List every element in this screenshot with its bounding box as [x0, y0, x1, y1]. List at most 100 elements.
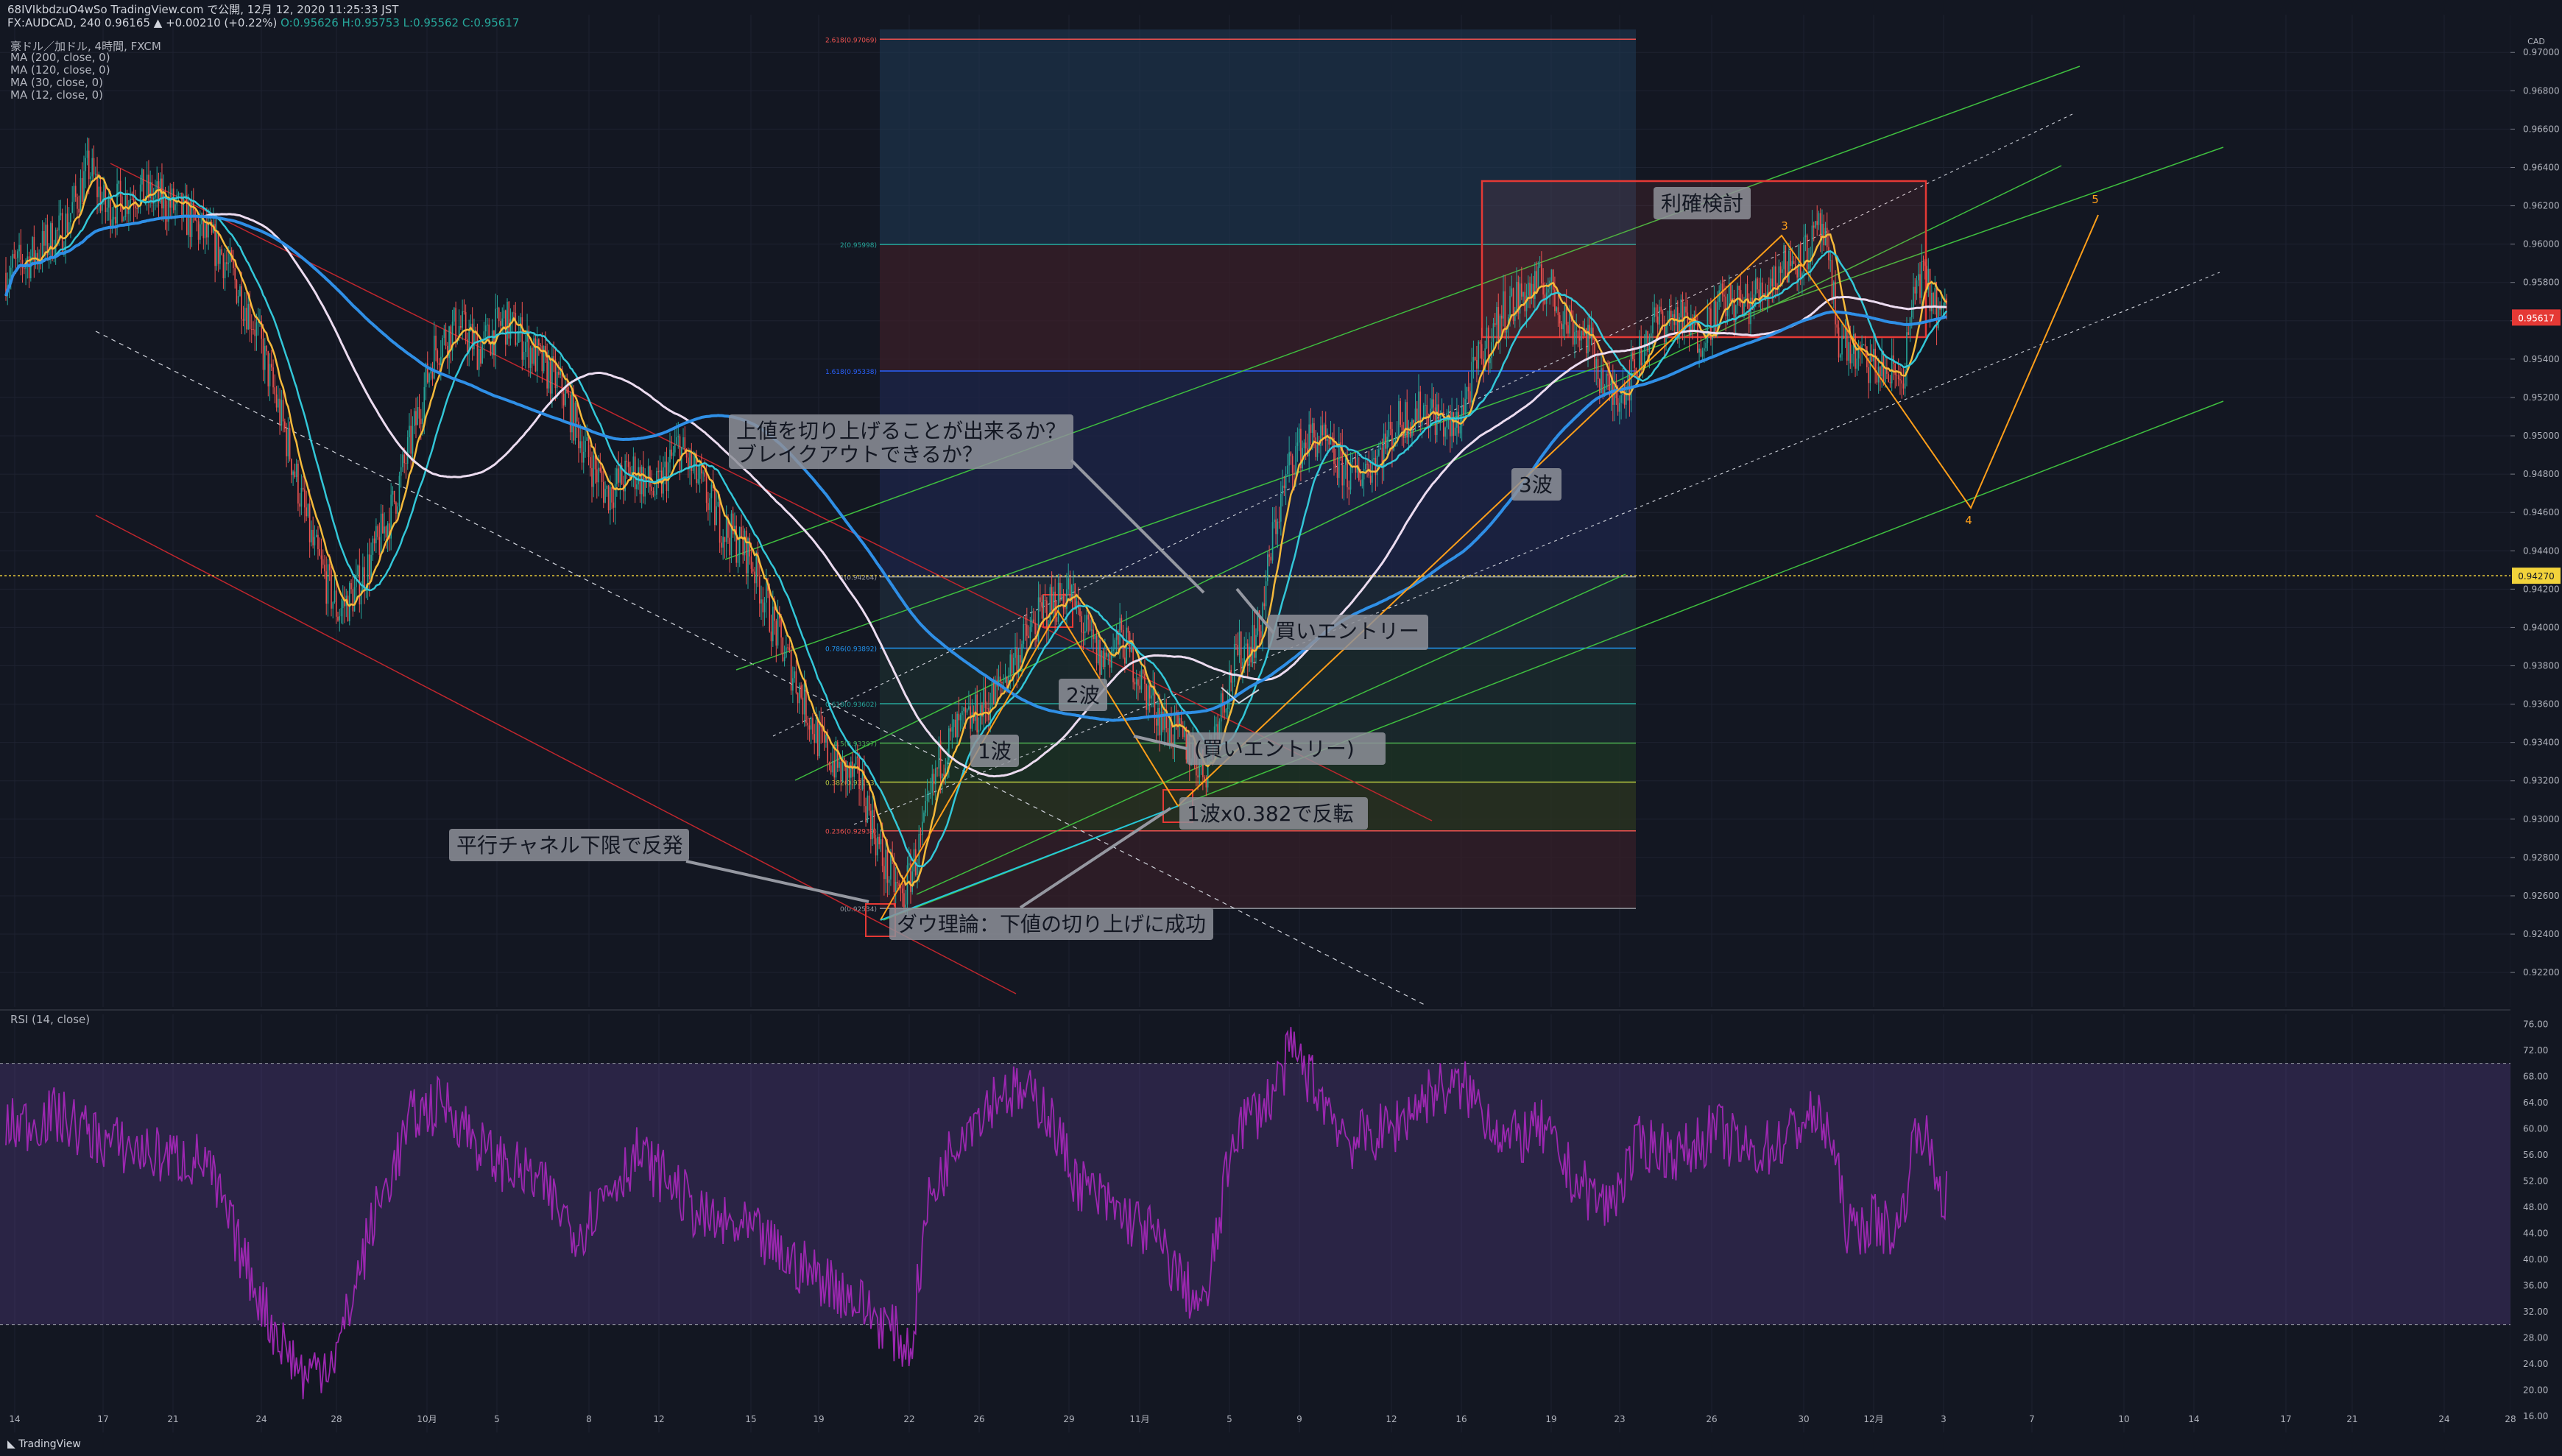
- candle-body: [1378, 449, 1380, 456]
- candle-body: [294, 471, 296, 477]
- candle-body: [227, 262, 229, 264]
- candle-body: [37, 252, 38, 263]
- time-tick-label: 11月: [1129, 1414, 1149, 1424]
- study-rsi[interactable]: RSI (14, close): [10, 1013, 90, 1026]
- candle-body: [1902, 384, 1905, 389]
- candle-body: [828, 763, 830, 766]
- candle-body: [1491, 342, 1493, 358]
- candle-body: [299, 503, 300, 507]
- candle-body: [598, 467, 599, 483]
- candle-body: [266, 345, 267, 352]
- study-ma-120[interactable]: MA (120, close, 0): [10, 63, 110, 77]
- candle-body: [1904, 370, 1906, 389]
- candle-body: [1082, 632, 1084, 634]
- candle-body: [1935, 288, 1938, 328]
- callout-text: 上値を切り上げることが出来るか？: [736, 419, 1066, 443]
- candle-body: [933, 774, 935, 785]
- candle-body: [369, 554, 370, 580]
- price-tick-label: 0.95800: [2523, 278, 2560, 288]
- candle-body: [971, 712, 973, 729]
- candle-body: [1352, 458, 1353, 462]
- candle-body: [378, 537, 381, 555]
- candle-body: [685, 453, 688, 458]
- callout-text: (買いエントリー): [1194, 737, 1355, 761]
- candle-body: [1737, 286, 1738, 305]
- candle-body: [1525, 295, 1528, 311]
- candle-body: [196, 220, 198, 222]
- candle-body: [1489, 357, 1491, 364]
- candle-body: [581, 441, 583, 463]
- candle-body: [1934, 288, 1936, 306]
- candle-body: [1785, 245, 1787, 278]
- candle-body: [950, 728, 951, 732]
- rsi-tick-label: 32.00: [2523, 1307, 2548, 1317]
- candle-body: [221, 249, 222, 255]
- candle-body: [1466, 386, 1468, 400]
- candle-body: [1315, 437, 1316, 457]
- candle-body: [1504, 291, 1506, 333]
- candle-body: [269, 364, 271, 386]
- tradingview-logo[interactable]: ◣ TradingView: [7, 1438, 81, 1450]
- rsi-tick-label: 52.00: [2523, 1176, 2548, 1186]
- candle-body: [525, 342, 526, 353]
- candle-body: [903, 893, 905, 908]
- candle-body: [1361, 479, 1363, 487]
- candle-body: [549, 361, 551, 394]
- candle-body: [1496, 307, 1497, 325]
- candle-body: [438, 362, 440, 366]
- time-tick-label: 19: [813, 1414, 824, 1424]
- candle-body: [774, 607, 775, 621]
- candle-body: [1791, 261, 1793, 266]
- candle-body: [536, 339, 538, 372]
- rsi-tick-label: 36.00: [2523, 1280, 2548, 1290]
- candle-body: [1338, 442, 1340, 478]
- candle-body: [377, 526, 378, 537]
- study-ma-200[interactable]: MA (200, close, 0): [10, 51, 110, 64]
- study-ma-12[interactable]: MA (12, close, 0): [10, 88, 103, 102]
- candle-body: [586, 437, 588, 441]
- price-tick-label: 0.94400: [2523, 545, 2560, 556]
- chart-canvas[interactable]: 2.618(0.97069)2(0.95998)1.618(0.95338)1(…: [0, 0, 2562, 1456]
- candle-body: [1139, 685, 1140, 690]
- candle-body: [1353, 458, 1355, 459]
- candle-body: [1914, 286, 1916, 294]
- candle-body: [1086, 615, 1087, 632]
- candle-body: [1821, 224, 1823, 237]
- candle-body: [1917, 274, 1919, 280]
- candle-body: [151, 182, 153, 204]
- candle-body: [1316, 444, 1319, 457]
- candle-body: [1265, 581, 1267, 607]
- candle-body: [1796, 269, 1798, 278]
- candle-body: [607, 485, 610, 511]
- candle-body: [1447, 411, 1450, 414]
- candle-body: [1124, 657, 1126, 664]
- level-price-value: 0.94270: [2518, 571, 2555, 582]
- price-tick-label: 0.93000: [2523, 814, 2560, 824]
- candle-body: [1418, 391, 1419, 421]
- candle-body: [707, 503, 709, 510]
- candle-body: [783, 657, 786, 662]
- candle-body: [1296, 442, 1299, 446]
- candle-body: [382, 513, 384, 534]
- candle-body: [1494, 323, 1496, 325]
- candle-body: [644, 477, 646, 497]
- candle-body: [1233, 643, 1235, 682]
- candle-body: [1051, 587, 1053, 610]
- candle-body: [443, 329, 445, 339]
- candle-body: [730, 513, 733, 556]
- candle-body: [1283, 485, 1285, 489]
- candle-body: [1168, 719, 1171, 743]
- candle-body: [86, 150, 88, 158]
- candle-body: [1521, 283, 1522, 297]
- candle-body: [742, 538, 744, 556]
- fib-level-label: 0.5(0.93397): [833, 741, 877, 748]
- candle-body: [1090, 629, 1093, 631]
- candle-body: [1704, 348, 1705, 351]
- candle-body: [1564, 305, 1566, 325]
- price-tick-label: 0.94200: [2523, 584, 2560, 594]
- time-tick-label: 10月: [417, 1414, 437, 1424]
- study-ma-30[interactable]: MA (30, close, 0): [10, 76, 103, 89]
- candle-body: [113, 216, 115, 220]
- candle-body: [867, 795, 869, 823]
- candle-body: [393, 490, 395, 503]
